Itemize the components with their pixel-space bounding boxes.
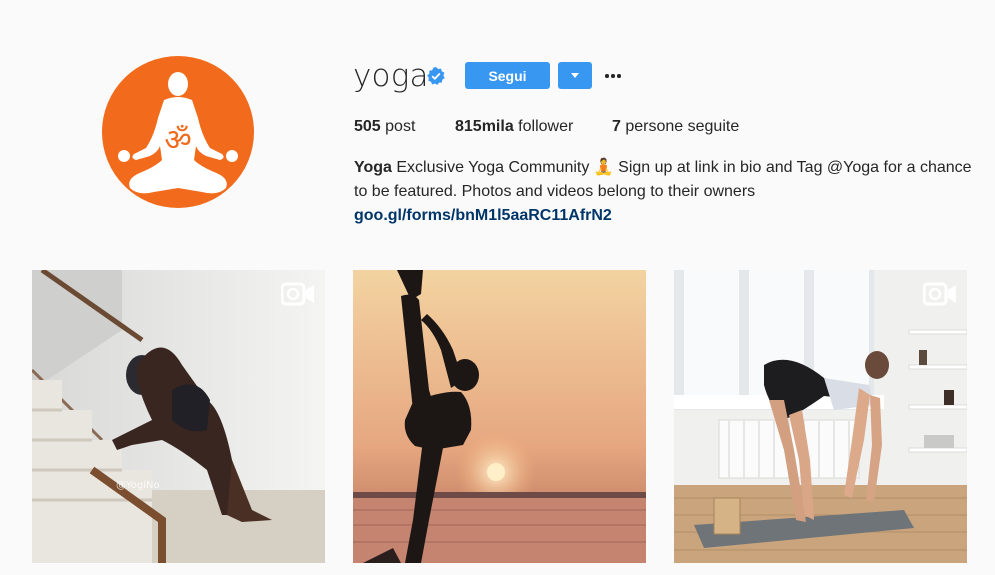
more-options-button[interactable]	[600, 66, 626, 86]
following-count: 7	[612, 118, 621, 135]
post-thumbnail-2[interactable]	[353, 270, 646, 563]
posts-stat: 505 post	[354, 118, 415, 136]
followers-stat[interactable]: 815mila follower	[455, 118, 573, 136]
profile-avatar[interactable]: ॐ	[102, 56, 254, 208]
bio-name: Yoga	[354, 159, 392, 176]
caret-down-icon	[571, 73, 579, 78]
followers-label: follower	[518, 118, 574, 135]
followers-count: 815mila	[455, 118, 514, 135]
video-icon	[281, 282, 314, 306]
post-image-1: @YogiNo	[32, 270, 325, 563]
svg-text:ॐ: ॐ	[164, 123, 191, 158]
verified-badge-icon	[427, 67, 445, 85]
meditation-om-icon: ॐ	[118, 72, 238, 194]
username: yoga	[353, 58, 429, 94]
video-icon	[923, 282, 956, 306]
profile-bio: Yoga Exclusive Yoga Community 🧘 Sign up …	[354, 156, 974, 228]
more-dot-icon	[611, 74, 615, 78]
more-dot-icon	[617, 74, 621, 78]
more-dot-icon	[605, 74, 609, 78]
bio-text: Exclusive Yoga Community 🧘 Sign up at li…	[354, 159, 972, 200]
bio-link[interactable]: goo.gl/forms/bnM1l5aaRC11AfrN2	[354, 207, 612, 224]
post-thumbnail-3[interactable]	[674, 270, 967, 563]
suggestions-dropdown-button[interactable]	[558, 62, 592, 89]
posts-label: post	[385, 118, 416, 135]
post-thumbnail-1[interactable]: @YogiNo	[32, 270, 325, 563]
post-watermark: @YogiNo	[116, 480, 160, 491]
follow-button[interactable]: Segui	[465, 62, 550, 89]
following-label: persone seguite	[625, 118, 740, 135]
posts-count: 505	[354, 118, 381, 135]
post-image-3	[674, 270, 967, 563]
post-image-2	[353, 270, 646, 563]
following-stat[interactable]: 7 persone seguite	[612, 118, 739, 136]
